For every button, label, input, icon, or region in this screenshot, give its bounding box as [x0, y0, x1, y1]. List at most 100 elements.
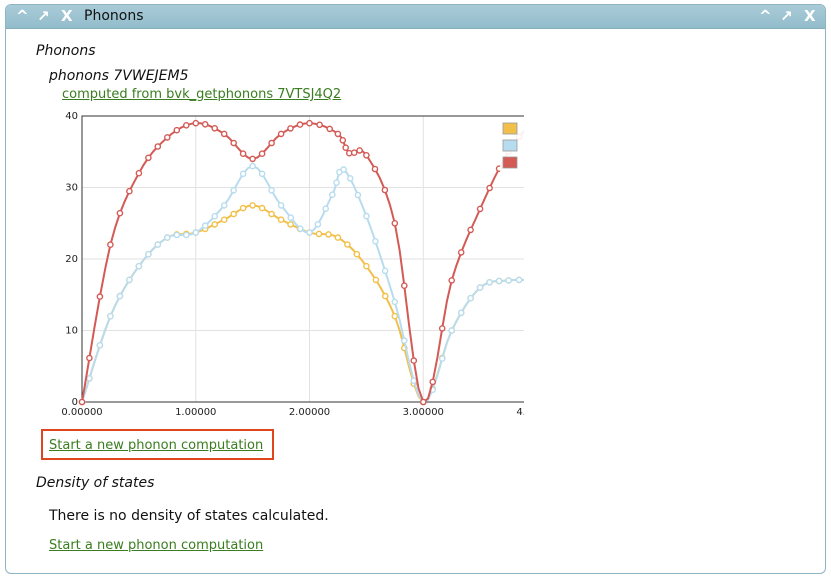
collapse-icon[interactable]: ^ — [16, 7, 29, 25]
data-point — [239, 170, 247, 178]
series-line-1 — [81, 165, 524, 404]
computed-from-link[interactable]: computed from bvk_getphonons 7VTSJ4Q2 — [62, 87, 341, 102]
data-point — [268, 139, 275, 147]
data-point — [363, 212, 370, 220]
dos-message: There is no density of states calculated… — [49, 508, 329, 524]
data-point — [495, 277, 503, 285]
data-point — [297, 225, 304, 233]
data-point — [78, 398, 86, 406]
data-point — [326, 125, 334, 133]
data-point — [457, 249, 465, 256]
phonons-subheading: phonons 7VWEJEM5 — [49, 68, 189, 84]
data-point — [277, 202, 285, 209]
data-point — [381, 292, 389, 300]
data-point — [239, 150, 247, 158]
phonon-dispersion-chart: 0102030400.000001.000002.000003.000004.0… — [61, 111, 524, 418]
data-point — [249, 162, 256, 170]
series-0 — [78, 202, 524, 406]
x-tick-label: 2.00000 — [289, 407, 330, 418]
data-point — [400, 337, 408, 344]
data-point — [381, 186, 389, 194]
data-point — [438, 355, 446, 362]
data-point — [448, 277, 456, 284]
data-point — [342, 144, 350, 152]
data-point — [356, 147, 363, 154]
dos-heading: Density of states — [36, 475, 155, 491]
data-point — [400, 282, 408, 289]
data-point — [173, 231, 181, 239]
data-point — [334, 234, 342, 241]
data-point — [381, 267, 389, 275]
data-point — [371, 165, 379, 173]
data-point — [419, 398, 427, 406]
data-point — [372, 276, 380, 284]
data-point — [192, 229, 200, 236]
series-line-0 — [81, 204, 524, 404]
data-point — [467, 294, 474, 302]
close-icon[interactable]: X — [61, 7, 73, 25]
data-point — [182, 121, 190, 129]
data-point — [287, 214, 295, 221]
x-tick-label: 4.00000 — [516, 407, 524, 418]
data-point — [258, 150, 266, 158]
phonons-window: ^ ↗ X Phonons ^ ↗ X Phonons phonons 7VWE… — [5, 4, 826, 574]
data-point — [116, 292, 124, 300]
data-point — [230, 210, 237, 218]
data-point — [258, 170, 266, 178]
data-point — [316, 121, 323, 129]
data-point — [249, 155, 256, 163]
data-point — [107, 241, 114, 248]
collapse-icon-right[interactable]: ^ — [759, 7, 772, 25]
data-point — [333, 179, 340, 186]
chart-legend: 012 — [500, 120, 524, 172]
data-point — [467, 226, 474, 234]
data-point — [154, 241, 162, 248]
data-point — [476, 205, 484, 213]
data-point — [296, 121, 304, 128]
data-point — [346, 175, 354, 182]
data-point — [126, 276, 133, 284]
data-point — [354, 191, 362, 199]
popout-icon[interactable]: ↗ — [37, 7, 50, 25]
popout-icon-right[interactable]: ↗ — [780, 7, 793, 25]
data-point — [211, 221, 218, 228]
data-point — [211, 212, 218, 220]
data-point — [201, 121, 209, 128]
data-point — [391, 220, 399, 227]
data-point — [306, 229, 313, 236]
start-phonon-computation-link[interactable]: Start a new phonon computation — [49, 438, 263, 453]
data-point — [287, 125, 294, 132]
data-point — [201, 222, 209, 229]
data-point — [145, 250, 152, 258]
data-point — [86, 375, 93, 382]
data-point — [192, 119, 200, 127]
data-point — [340, 166, 347, 173]
data-point — [96, 293, 104, 300]
data-point — [322, 205, 330, 212]
window-titlebar: ^ ↗ X Phonons ^ ↗ X — [6, 5, 825, 29]
data-point — [429, 378, 437, 386]
data-point — [145, 154, 152, 162]
data-point — [325, 231, 332, 238]
phonons-heading: Phonons — [36, 43, 96, 59]
data-point — [486, 278, 493, 286]
data-point — [268, 210, 275, 218]
data-point — [239, 204, 247, 212]
data-point — [315, 230, 323, 238]
data-point — [277, 130, 285, 138]
data-point — [126, 187, 133, 195]
legend-swatch-1 — [502, 139, 518, 152]
data-point — [363, 152, 370, 159]
legend-swatch-2 — [502, 156, 518, 169]
data-point — [116, 209, 124, 217]
data-point — [230, 187, 237, 194]
data-point — [328, 191, 336, 198]
data-point — [249, 202, 256, 209]
data-point — [86, 354, 93, 362]
data-point — [135, 262, 143, 270]
close-icon-right[interactable]: X — [804, 7, 816, 25]
data-point — [287, 221, 294, 228]
data-point — [154, 143, 162, 150]
start-phonon-computation-link-2[interactable]: Start a new phonon computation — [49, 538, 263, 553]
axis-ticks: 0102030400.000001.000002.000003.000004.0… — [61, 111, 524, 418]
